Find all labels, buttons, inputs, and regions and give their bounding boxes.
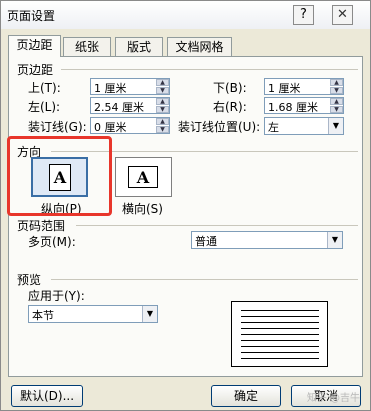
bottom-margin-value: 1 厘米: [268, 82, 301, 95]
spin-down-icon[interactable]: ▼: [156, 106, 169, 113]
landscape-label[interactable]: 横向(S): [122, 200, 163, 217]
bottom-margin-spinner[interactable]: 1 厘米 ▲ ▼: [264, 78, 344, 95]
gutter-value: 0 厘米: [94, 121, 127, 134]
margins-divider: [61, 69, 358, 70]
pages-section-label: 页码范围: [17, 219, 66, 233]
apply-to-label: 应用于(Y):: [28, 289, 85, 303]
page-setup-dialog: 页面设置 ? ✕ 页边距 纸张 版式 文档网格 页边距 上(T): 1 厘米 ▲…: [0, 0, 371, 411]
landscape-option[interactable]: A: [115, 157, 172, 197]
spin-down-icon[interactable]: ▼: [156, 126, 169, 133]
multiple-pages-select[interactable]: 普通 ▼: [191, 231, 343, 249]
top-margin-spinner[interactable]: 1 厘米 ▲ ▼: [90, 78, 170, 95]
chevron-down-icon[interactable]: ▼: [327, 232, 342, 248]
help-button[interactable]: ?: [293, 5, 314, 25]
gutter-label: 装订线(G):: [28, 120, 87, 134]
spin-up-icon[interactable]: ▲: [156, 79, 169, 86]
bottom-margin-label: 下(B):: [213, 81, 247, 95]
spin-up-icon[interactable]: ▲: [330, 98, 343, 105]
top-margin-label: 上(T):: [28, 81, 61, 95]
ok-button[interactable]: 确定: [211, 385, 281, 407]
apply-to-select[interactable]: 本节 ▼: [28, 305, 158, 323]
chevron-down-icon[interactable]: ▼: [328, 118, 343, 134]
preview-line: [241, 334, 319, 335]
close-button[interactable]: ✕: [332, 5, 353, 25]
tab-document-grid[interactable]: 文档网格: [167, 37, 232, 56]
right-margin-label: 右(R):: [213, 100, 247, 114]
preview-line: [241, 322, 319, 323]
gutter-spinner[interactable]: 0 厘米 ▲ ▼: [90, 117, 170, 134]
tab-paper[interactable]: 纸张: [63, 37, 111, 56]
pages-divider: [76, 225, 358, 226]
preview-line: [241, 340, 319, 341]
preview-line: [241, 358, 319, 359]
right-margin-spinner[interactable]: 1.68 厘米 ▲ ▼: [264, 97, 344, 114]
left-margin-value: 2.54 厘米: [94, 101, 144, 114]
top-margin-value: 1 厘米: [94, 82, 127, 95]
spin-up-icon[interactable]: ▲: [156, 98, 169, 105]
spin-up-icon[interactable]: ▲: [330, 79, 343, 86]
tab-layout[interactable]: 版式: [115, 37, 163, 56]
apply-to-value: 本节: [32, 309, 54, 322]
spin-down-icon[interactable]: ▼: [156, 87, 169, 94]
preview-line: [241, 328, 319, 329]
default-button[interactable]: 默认(D)...: [11, 385, 83, 407]
page-preview: [231, 301, 328, 367]
right-margin-value: 1.68 厘米: [268, 101, 318, 114]
gutter-position-label: 装订线位置(U):: [178, 120, 261, 134]
preview-section-label: 预览: [17, 273, 42, 287]
preview-line: [241, 352, 319, 353]
gutter-position-select[interactable]: 左 ▼: [264, 117, 344, 135]
gutter-position-value: 左: [268, 121, 279, 134]
preview-line: [241, 346, 319, 347]
chevron-down-icon[interactable]: ▼: [142, 306, 157, 322]
spin-down-icon[interactable]: ▼: [330, 106, 343, 113]
watermark-text: 知乎 @吉牛: [306, 393, 360, 404]
multiple-pages-value: 普通: [195, 235, 217, 248]
preview-divider: [51, 279, 358, 280]
spin-up-icon[interactable]: ▲: [156, 118, 169, 125]
margins-section-label: 页边距: [17, 63, 54, 77]
multiple-pages-label: 多页(M):: [28, 235, 76, 249]
title-bar: 页面设置 ? ✕: [1, 1, 370, 29]
preview-line: [241, 310, 319, 311]
landscape-page-icon: A: [128, 166, 158, 188]
tab-margins[interactable]: 页边距: [8, 35, 61, 57]
window-title: 页面设置: [7, 9, 56, 23]
left-margin-spinner[interactable]: 2.54 厘米 ▲ ▼: [90, 97, 170, 114]
orientation-highlight-box: [7, 136, 112, 216]
preview-line: [241, 316, 319, 317]
left-margin-label: 左(L):: [28, 100, 61, 114]
spin-down-icon[interactable]: ▼: [330, 87, 343, 94]
